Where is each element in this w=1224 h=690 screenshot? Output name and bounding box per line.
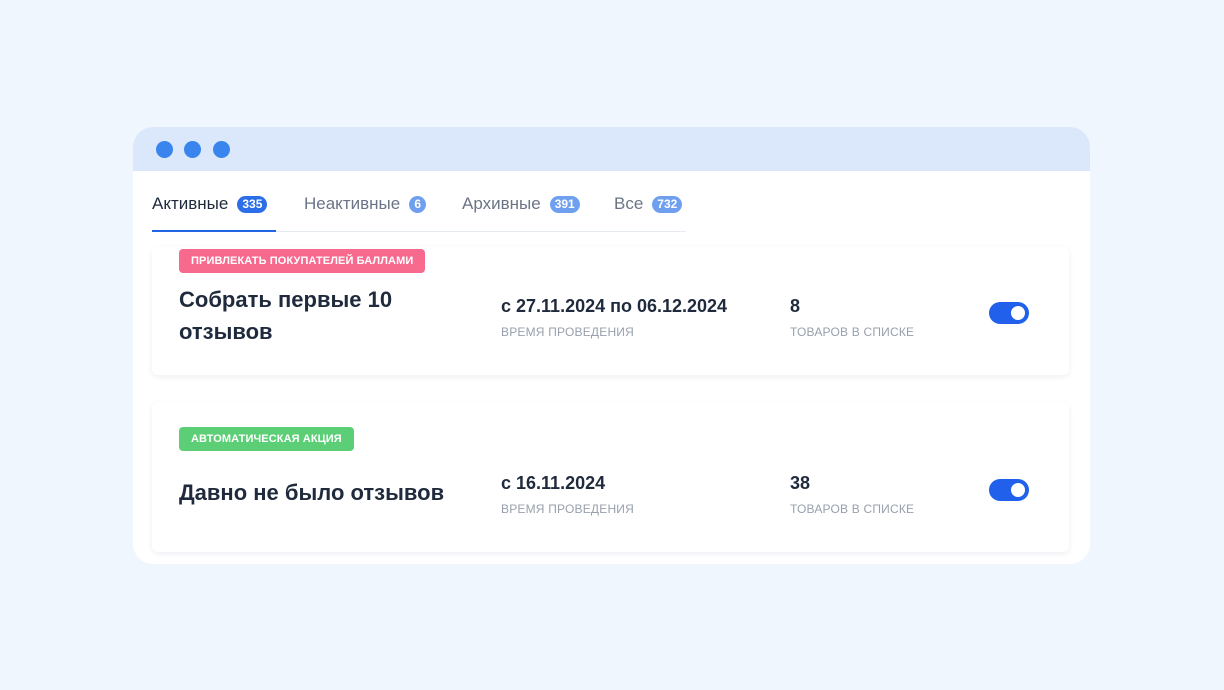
promotion-enabled-toggle[interactable] xyxy=(989,479,1029,501)
tab-bar: Активные 335 Неактивные 6 Архивные 391 В… xyxy=(152,193,686,232)
promotion-enabled-toggle[interactable] xyxy=(989,302,1029,324)
promotion-period: с 16.11.2024 xyxy=(501,473,606,493)
window-titlebar xyxy=(133,127,1090,171)
promotion-items-caption: ТОВАРОВ В СПИСКЕ xyxy=(790,502,915,516)
tab-active[interactable]: Активные 335 xyxy=(152,193,276,232)
tab-label: Неактивные xyxy=(304,194,401,213)
tab-label: Все xyxy=(614,194,644,213)
window-dot-icon xyxy=(184,141,201,158)
promotion-items-caption: ТОВАРОВ В СПИСКЕ xyxy=(790,325,915,339)
promotion-type-tag: АВТОМАТИЧЕСКАЯ АКЦИЯ xyxy=(179,427,354,451)
promotion-period: с 27.11.2024 по 06.12.2024 xyxy=(501,296,728,316)
toggle-knob xyxy=(1011,483,1025,497)
promotion-period-caption: ВРЕМЯ ПРОВЕДЕНИЯ xyxy=(501,502,635,516)
tab-label: Архивные xyxy=(462,194,541,213)
tab-inactive[interactable]: Неактивные 6 xyxy=(304,193,427,231)
toggle-knob xyxy=(1011,306,1025,320)
tab-count-badge: 732 xyxy=(652,196,683,213)
tab-all[interactable]: Все 732 xyxy=(614,193,683,231)
promotion-card[interactable]: ПРИВЛЕКАТЬ ПОКУПАТЕЛЕЙ БАЛЛАМИ Собрать п… xyxy=(152,247,1069,375)
promotion-title: Давно не было отзывов xyxy=(179,480,445,505)
promotion-items-count: 38 xyxy=(790,473,811,493)
window-dot-icon xyxy=(156,141,173,158)
window-dot-icon xyxy=(213,141,230,158)
promotion-period-caption: ВРЕМЯ ПРОВЕДЕНИЯ xyxy=(501,325,635,339)
promotion-type-tag: ПРИВЛЕКАТЬ ПОКУПАТЕЛЕЙ БАЛЛАМИ xyxy=(179,249,426,273)
tab-count-badge: 6 xyxy=(409,196,427,213)
tab-label: Активные xyxy=(152,194,229,213)
tab-count-badge: 335 xyxy=(237,196,268,213)
promotion-items-count: 8 xyxy=(790,296,801,316)
promotion-title: Собрать первые 10 отзывов xyxy=(179,287,393,344)
promotion-card[interactable]: АВТОМАТИЧЕСКАЯ АКЦИЯ Давно не было отзыв… xyxy=(152,402,1069,552)
tab-archived[interactable]: Архивные 391 xyxy=(462,193,580,231)
app-window: Активные 335 Неактивные 6 Архивные 391 В… xyxy=(133,127,1090,564)
tab-count-badge: 391 xyxy=(549,196,580,213)
